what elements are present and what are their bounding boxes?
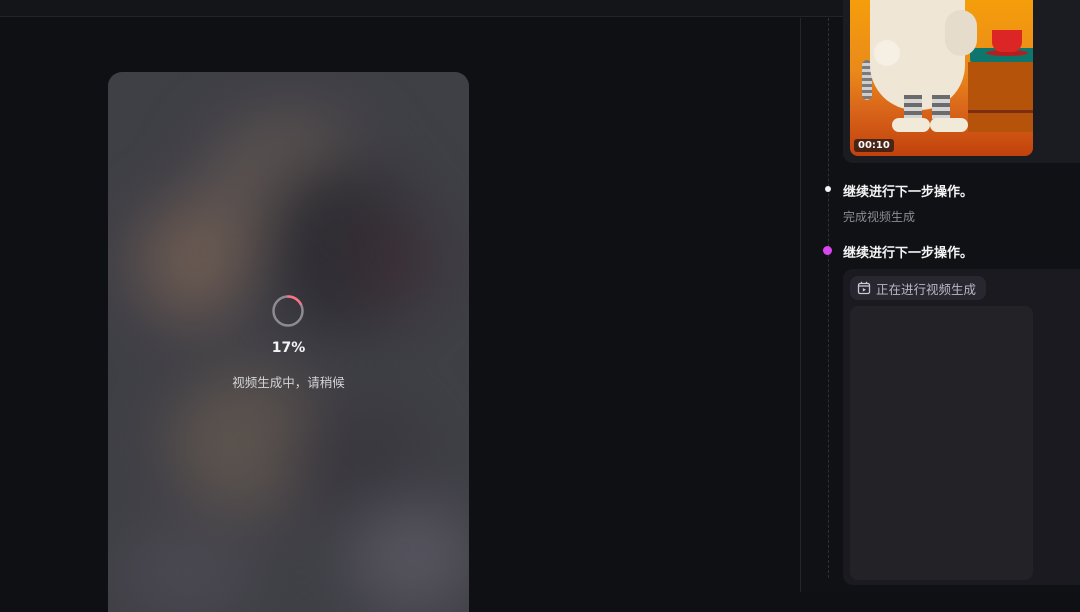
step-title: 继续进行下一步操作。 — [843, 185, 974, 200]
video-preview-card: 17% 视频生成中，请稍候 — [108, 72, 469, 612]
step-dot-completed — [825, 186, 831, 192]
generation-status-text: 视频生成中，请稍候 — [232, 375, 345, 390]
video-result-card: 00:10 — [843, 0, 1080, 163]
main-preview-area: 17% 视频生成中，请稍候 — [0, 18, 800, 612]
generating-badge-label: 正在进行视频生成 — [876, 281, 977, 297]
step-dot-active — [823, 246, 832, 255]
progress-side-panel: 00:10 继续进行下一步操作。 完成视频生成 继续进行下一步操作。 正在进行视… — [801, 0, 1080, 592]
generating-badge: 正在进行视频生成 — [850, 276, 987, 300]
video-placeholder — [850, 306, 1033, 580]
timeline-line — [828, 18, 829, 578]
video-duration: 00:10 — [854, 139, 894, 152]
progress-percent: 17% — [271, 340, 306, 356]
video-clip-icon — [857, 281, 871, 295]
step-subtitle: 完成视频生成 — [843, 210, 916, 224]
step-title: 继续进行下一步操作。 — [843, 246, 974, 261]
video-generating-card: 正在进行视频生成 — [843, 269, 1080, 585]
video-thumbnail[interactable]: 00:10 — [850, 0, 1033, 156]
loading-spinner-icon — [272, 295, 304, 327]
